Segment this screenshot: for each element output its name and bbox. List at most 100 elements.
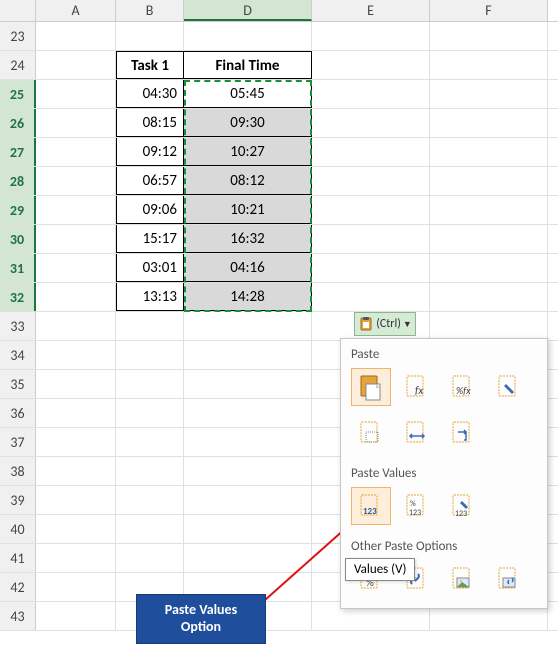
cell[interactable] [36, 341, 116, 369]
cell[interactable] [312, 254, 430, 282]
cell[interactable] [36, 602, 116, 630]
cell[interactable] [184, 22, 312, 50]
paste-option-formulas-number[interactable]: %fx [443, 368, 483, 406]
paste-option-values[interactable]: 123 [351, 487, 391, 525]
col-header-A[interactable]: A [36, 0, 116, 21]
cell-B32[interactable]: 13:13 [116, 283, 184, 311]
cell[interactable] [36, 196, 116, 224]
row-header-33[interactable]: 33 [0, 312, 36, 340]
cell[interactable] [116, 428, 184, 456]
cell[interactable] [116, 312, 184, 340]
col-header-F[interactable]: F [430, 0, 548, 21]
cell[interactable] [430, 22, 548, 50]
cell[interactable] [430, 225, 548, 253]
cell[interactable] [184, 370, 312, 398]
cell[interactable] [36, 428, 116, 456]
cell[interactable] [116, 457, 184, 485]
cell[interactable] [430, 109, 548, 137]
row-header-41[interactable]: 41 [0, 544, 36, 572]
cell[interactable] [184, 544, 312, 572]
cell[interactable] [430, 51, 548, 79]
cell[interactable] [116, 22, 184, 50]
cell-B31[interactable]: 03:01 [116, 254, 184, 282]
cell[interactable] [36, 486, 116, 514]
cell[interactable] [116, 515, 184, 543]
cell[interactable] [430, 312, 548, 340]
cell[interactable] [312, 196, 430, 224]
cell[interactable] [36, 370, 116, 398]
cell[interactable] [36, 225, 116, 253]
row-header-31[interactable]: 31 [0, 254, 36, 282]
cell[interactable] [184, 312, 312, 340]
row-header-35[interactable]: 35 [0, 370, 36, 398]
cell-D28[interactable]: 08:12 [184, 167, 312, 195]
paste-option-formulas[interactable]: fx [397, 368, 437, 406]
select-all-corner[interactable] [0, 0, 36, 21]
paste-option-keep-col-width[interactable] [397, 414, 437, 452]
cell[interactable] [36, 51, 116, 79]
table-header-task1[interactable]: Task 1 [116, 51, 184, 79]
cell[interactable] [312, 138, 430, 166]
row-header-25[interactable]: 25 [0, 80, 36, 108]
cell[interactable] [36, 457, 116, 485]
paste-option-no-borders[interactable] [351, 414, 391, 452]
cell[interactable] [312, 225, 430, 253]
col-header-E[interactable]: E [312, 0, 430, 21]
cell[interactable] [312, 167, 430, 195]
paste-options-button[interactable]: (Ctrl) ▼ [354, 312, 416, 336]
row-header-34[interactable]: 34 [0, 341, 36, 369]
cell[interactable] [36, 399, 116, 427]
cell[interactable] [36, 109, 116, 137]
cell-D32[interactable]: 14:28 [184, 283, 312, 311]
cell-B30[interactable]: 15:17 [116, 225, 184, 253]
paste-option-picture[interactable] [443, 560, 483, 598]
cell[interactable] [430, 283, 548, 311]
cell[interactable] [116, 399, 184, 427]
cell[interactable] [184, 341, 312, 369]
cell[interactable] [184, 457, 312, 485]
cell-B28[interactable]: 06:57 [116, 167, 184, 195]
cell[interactable] [184, 486, 312, 514]
row-header-29[interactable]: 29 [0, 196, 36, 224]
cell[interactable] [116, 544, 184, 572]
cell[interactable] [116, 341, 184, 369]
cell[interactable] [312, 80, 430, 108]
cell-D26[interactable]: 09:30 [184, 109, 312, 137]
cell[interactable] [430, 196, 548, 224]
cell[interactable] [36, 283, 116, 311]
row-header-32[interactable]: 32 [0, 283, 36, 311]
cell-D29[interactable]: 10:21 [184, 196, 312, 224]
cell-B25[interactable]: 04:30 [116, 80, 184, 108]
paste-option-values-source-format[interactable]: 123 [443, 487, 483, 525]
row-header-42[interactable]: 42 [0, 573, 36, 601]
row-header-37[interactable]: 37 [0, 428, 36, 456]
cell[interactable] [36, 22, 116, 50]
cell[interactable] [312, 109, 430, 137]
cell-B29[interactable]: 09:06 [116, 196, 184, 224]
cell-D31[interactable]: 04:16 [184, 254, 312, 282]
paste-option-keep-source-format[interactable] [489, 368, 529, 406]
row-header-23[interactable]: 23 [0, 22, 36, 50]
cell-D30[interactable]: 16:32 [184, 225, 312, 253]
cell[interactable] [36, 312, 116, 340]
cell[interactable] [430, 80, 548, 108]
row-header-26[interactable]: 26 [0, 109, 36, 137]
cell[interactable] [36, 544, 116, 572]
cell[interactable] [36, 167, 116, 195]
row-header-43[interactable]: 43 [0, 602, 36, 630]
table-header-finaltime[interactable]: Final Time [184, 51, 312, 79]
row-header-38[interactable]: 38 [0, 457, 36, 485]
cell[interactable] [312, 22, 430, 50]
cell[interactable] [36, 138, 116, 166]
row-header-39[interactable]: 39 [0, 486, 36, 514]
row-header-36[interactable]: 36 [0, 399, 36, 427]
paste-option-paste[interactable] [351, 368, 391, 406]
cell[interactable] [116, 370, 184, 398]
cell[interactable] [184, 399, 312, 427]
paste-option-linked-picture[interactable] [489, 560, 529, 598]
cell[interactable] [36, 573, 116, 601]
paste-option-values-number-format[interactable]: %123 [397, 487, 437, 525]
row-header-28[interactable]: 28 [0, 167, 36, 195]
cell[interactable] [184, 428, 312, 456]
cell[interactable] [430, 167, 548, 195]
